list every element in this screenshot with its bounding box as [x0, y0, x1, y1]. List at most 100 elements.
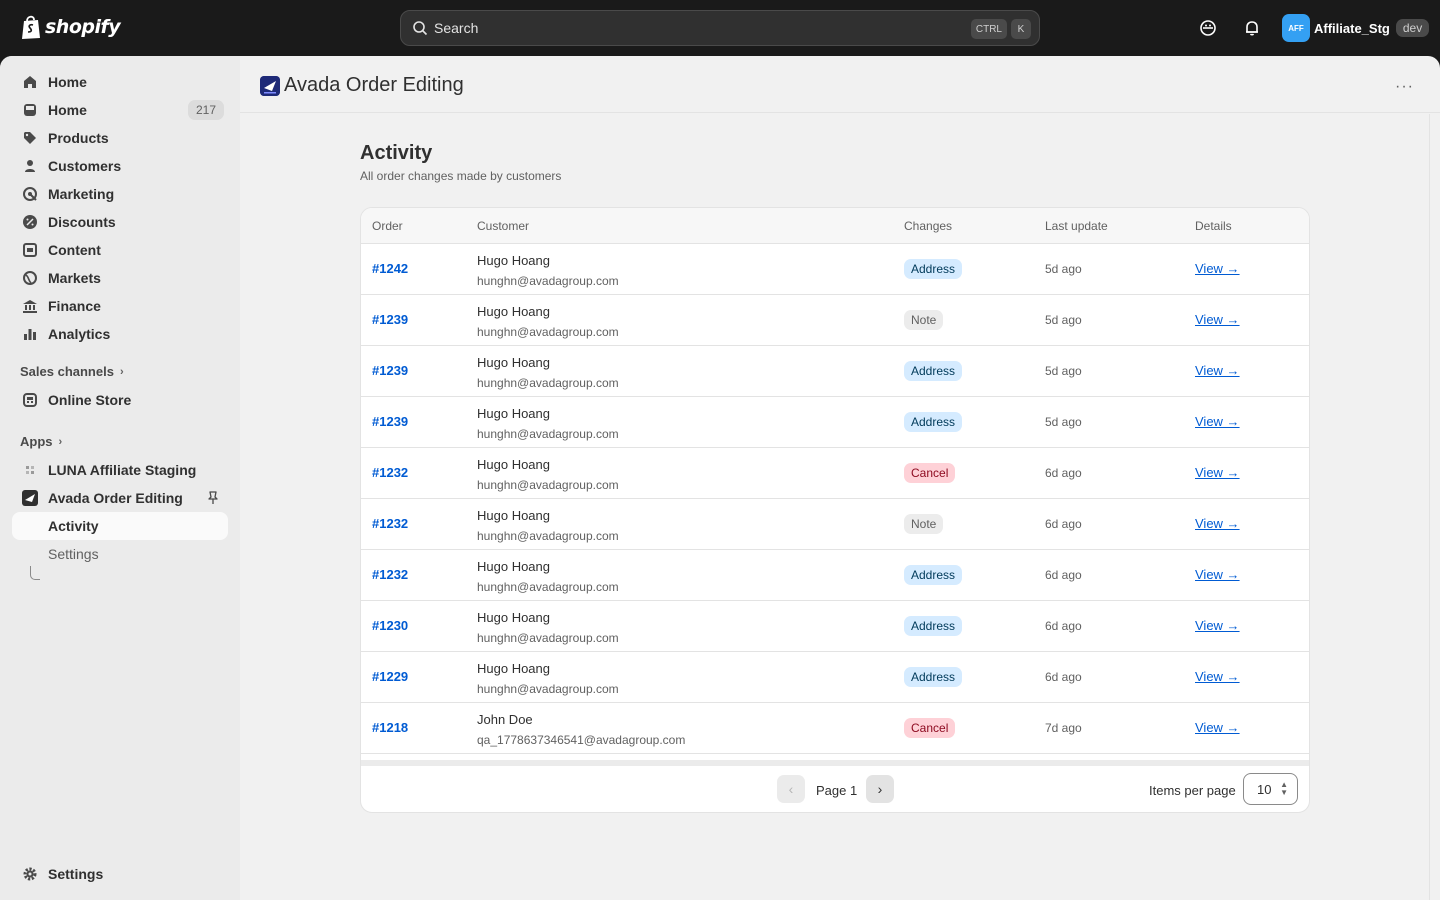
app-title-bar: Avada Order Editing ··· — [240, 56, 1440, 113]
sidebar-item-luna-affiliate[interactable]: LUNA Affiliate Staging — [12, 456, 228, 484]
order-link[interactable]: #1229 — [372, 669, 408, 684]
change-badge: Note — [904, 514, 944, 534]
dev-badge: dev — [1395, 19, 1430, 37]
view-details-link[interactable]: View → — [1195, 720, 1240, 735]
last-update: 6d ago — [1045, 619, 1082, 633]
target-icon — [23, 187, 37, 201]
change-badge: Address — [904, 667, 963, 687]
order-link[interactable]: #1232 — [372, 567, 408, 582]
sidebar-subitem-settings[interactable]: Settings — [12, 540, 228, 568]
top-bar: shopify Search CTRL K AFF Affiliate_Stg … — [0, 0, 1440, 56]
scrollbar[interactable] — [1429, 114, 1430, 900]
store-avatar: AFF — [1282, 14, 1310, 42]
orders-count-badge: 217 — [187, 100, 224, 120]
chevron-left-icon: ‹ — [788, 781, 794, 797]
sidebar-item-label: Settings — [48, 866, 104, 882]
order-link[interactable]: #1239 — [372, 363, 408, 378]
sidebar-item-markets[interactable]: Markets — [12, 264, 228, 292]
next-page-button[interactable]: › — [866, 775, 894, 803]
last-update: 5d ago — [1045, 313, 1082, 327]
sidebar-item-label: Content — [48, 242, 101, 258]
sidebar-item-discounts[interactable]: Discounts — [12, 208, 228, 236]
view-details-link[interactable]: View → — [1195, 261, 1240, 276]
order-link[interactable]: #1239 — [372, 312, 408, 327]
change-badge: Cancel — [904, 463, 956, 483]
globe-icon — [23, 271, 37, 285]
change-badge: Address — [904, 412, 963, 432]
customer-email: qa_1778637346541@avadagroup.com — [477, 733, 686, 747]
search-input[interactable]: Search CTRL K — [400, 10, 1040, 46]
last-update: 7d ago — [1045, 721, 1082, 735]
sales-channels-header[interactable]: Sales channels › — [20, 364, 124, 379]
view-details-link[interactable]: View → — [1195, 567, 1240, 582]
customer-name: Hugo Hoang — [477, 304, 550, 319]
sidebar-item-avada-order-editing[interactable]: Avada Order Editing — [12, 484, 228, 512]
sidekick-icon[interactable] — [1198, 18, 1218, 38]
prev-page-button[interactable]: ‹ — [777, 775, 805, 803]
order-link[interactable]: #1218 — [372, 720, 408, 735]
sidebar-item-analytics[interactable]: Analytics — [12, 320, 228, 348]
sidebar-item-finance[interactable]: Finance — [12, 292, 228, 320]
apps-header[interactable]: Apps › — [20, 434, 62, 449]
change-badge: Address — [904, 565, 963, 585]
sidebar-item-customers[interactable]: Customers — [12, 152, 228, 180]
customer-email: hunghn@avadagroup.com — [477, 580, 619, 594]
order-link[interactable]: #1230 — [372, 618, 408, 633]
order-link[interactable]: #1239 — [372, 414, 408, 429]
page-title: Activity — [360, 142, 433, 164]
order-link[interactable]: #1232 — [372, 516, 408, 531]
change-badge: Cancel — [904, 718, 956, 738]
table-row: #1239 Hugo Hoang hunghn@avadagroup.com Addr… — [361, 397, 1309, 448]
items-per-page-label: Items per page — [1149, 783, 1236, 798]
apps-label: Apps — [20, 434, 53, 449]
view-details-link[interactable]: View → — [1195, 312, 1240, 327]
table-row: #1232 Hugo Hoang hunghn@avadagroup.com Canc… — [361, 448, 1309, 499]
table-row: #1232 Hugo Hoang hunghn@avadagroup.com Note… — [361, 499, 1309, 550]
view-details-link[interactable]: View → — [1195, 516, 1240, 531]
view-details-link[interactable]: View → — [1195, 465, 1240, 480]
sidebar-item-label: Customers — [48, 158, 122, 174]
items-per-page-select[interactable]: 10 ▲ ▼ — [1243, 773, 1298, 805]
last-update: 6d ago — [1045, 466, 1082, 480]
sidebar-item-home[interactable]: Home — [12, 68, 228, 96]
pin-icon[interactable] — [206, 491, 220, 505]
view-details-link[interactable]: View → — [1195, 363, 1240, 378]
sidebar-item-online-store[interactable]: Online Store — [12, 386, 228, 414]
bell-icon[interactable] — [1242, 18, 1262, 38]
store-menu[interactable]: AFF Affiliate_Stg dev — [1282, 14, 1430, 42]
table-row: #1232 Hugo Hoang hunghn@avadagroup.com Addr… — [361, 550, 1309, 601]
gear-icon — [23, 867, 37, 881]
sidebar-item-orders[interactable]: Home 217 — [12, 96, 228, 124]
sidebar-subitem-activity[interactable]: Activity — [12, 512, 228, 540]
header-details: Details — [1195, 219, 1232, 233]
header-order: Order — [372, 219, 403, 233]
customer-name: John Doe — [477, 712, 533, 727]
sidebar-item-content[interactable]: Content — [12, 236, 228, 264]
view-details-link[interactable]: View → — [1195, 618, 1240, 633]
last-update: 6d ago — [1045, 670, 1082, 684]
home-icon — [24, 76, 36, 88]
bank-icon — [23, 300, 37, 313]
chevron-right-icon: › — [877, 781, 883, 797]
sidebar-item-products[interactable]: Products — [12, 124, 228, 152]
last-update: 5d ago — [1045, 415, 1082, 429]
customer-name: Hugo Hoang — [477, 355, 550, 370]
shopify-bag-icon — [22, 15, 40, 39]
more-actions-icon[interactable]: ··· — [1395, 78, 1414, 96]
customer-email: hunghn@avadagroup.com — [477, 325, 619, 339]
order-link[interactable]: #1232 — [372, 465, 408, 480]
sidebar-item-label: Finance — [48, 298, 101, 314]
sidebar-item-label: Marketing — [48, 186, 115, 202]
customer-name: Hugo Hoang — [477, 610, 550, 625]
header-last-update: Last update — [1045, 219, 1108, 233]
tree-connector — [30, 566, 40, 580]
sidebar-item-marketing[interactable]: Marketing — [12, 180, 228, 208]
view-details-link[interactable]: View → — [1195, 414, 1240, 429]
view-details-link[interactable]: View → — [1195, 669, 1240, 684]
person-icon — [25, 160, 35, 172]
shopify-logo[interactable]: shopify — [20, 14, 121, 40]
change-badge: Note — [904, 310, 944, 330]
page-subtitle: All order changes made by customers — [360, 169, 562, 183]
order-link[interactable]: #1242 — [372, 261, 408, 276]
sidebar-item-settings[interactable]: Settings — [12, 860, 228, 888]
